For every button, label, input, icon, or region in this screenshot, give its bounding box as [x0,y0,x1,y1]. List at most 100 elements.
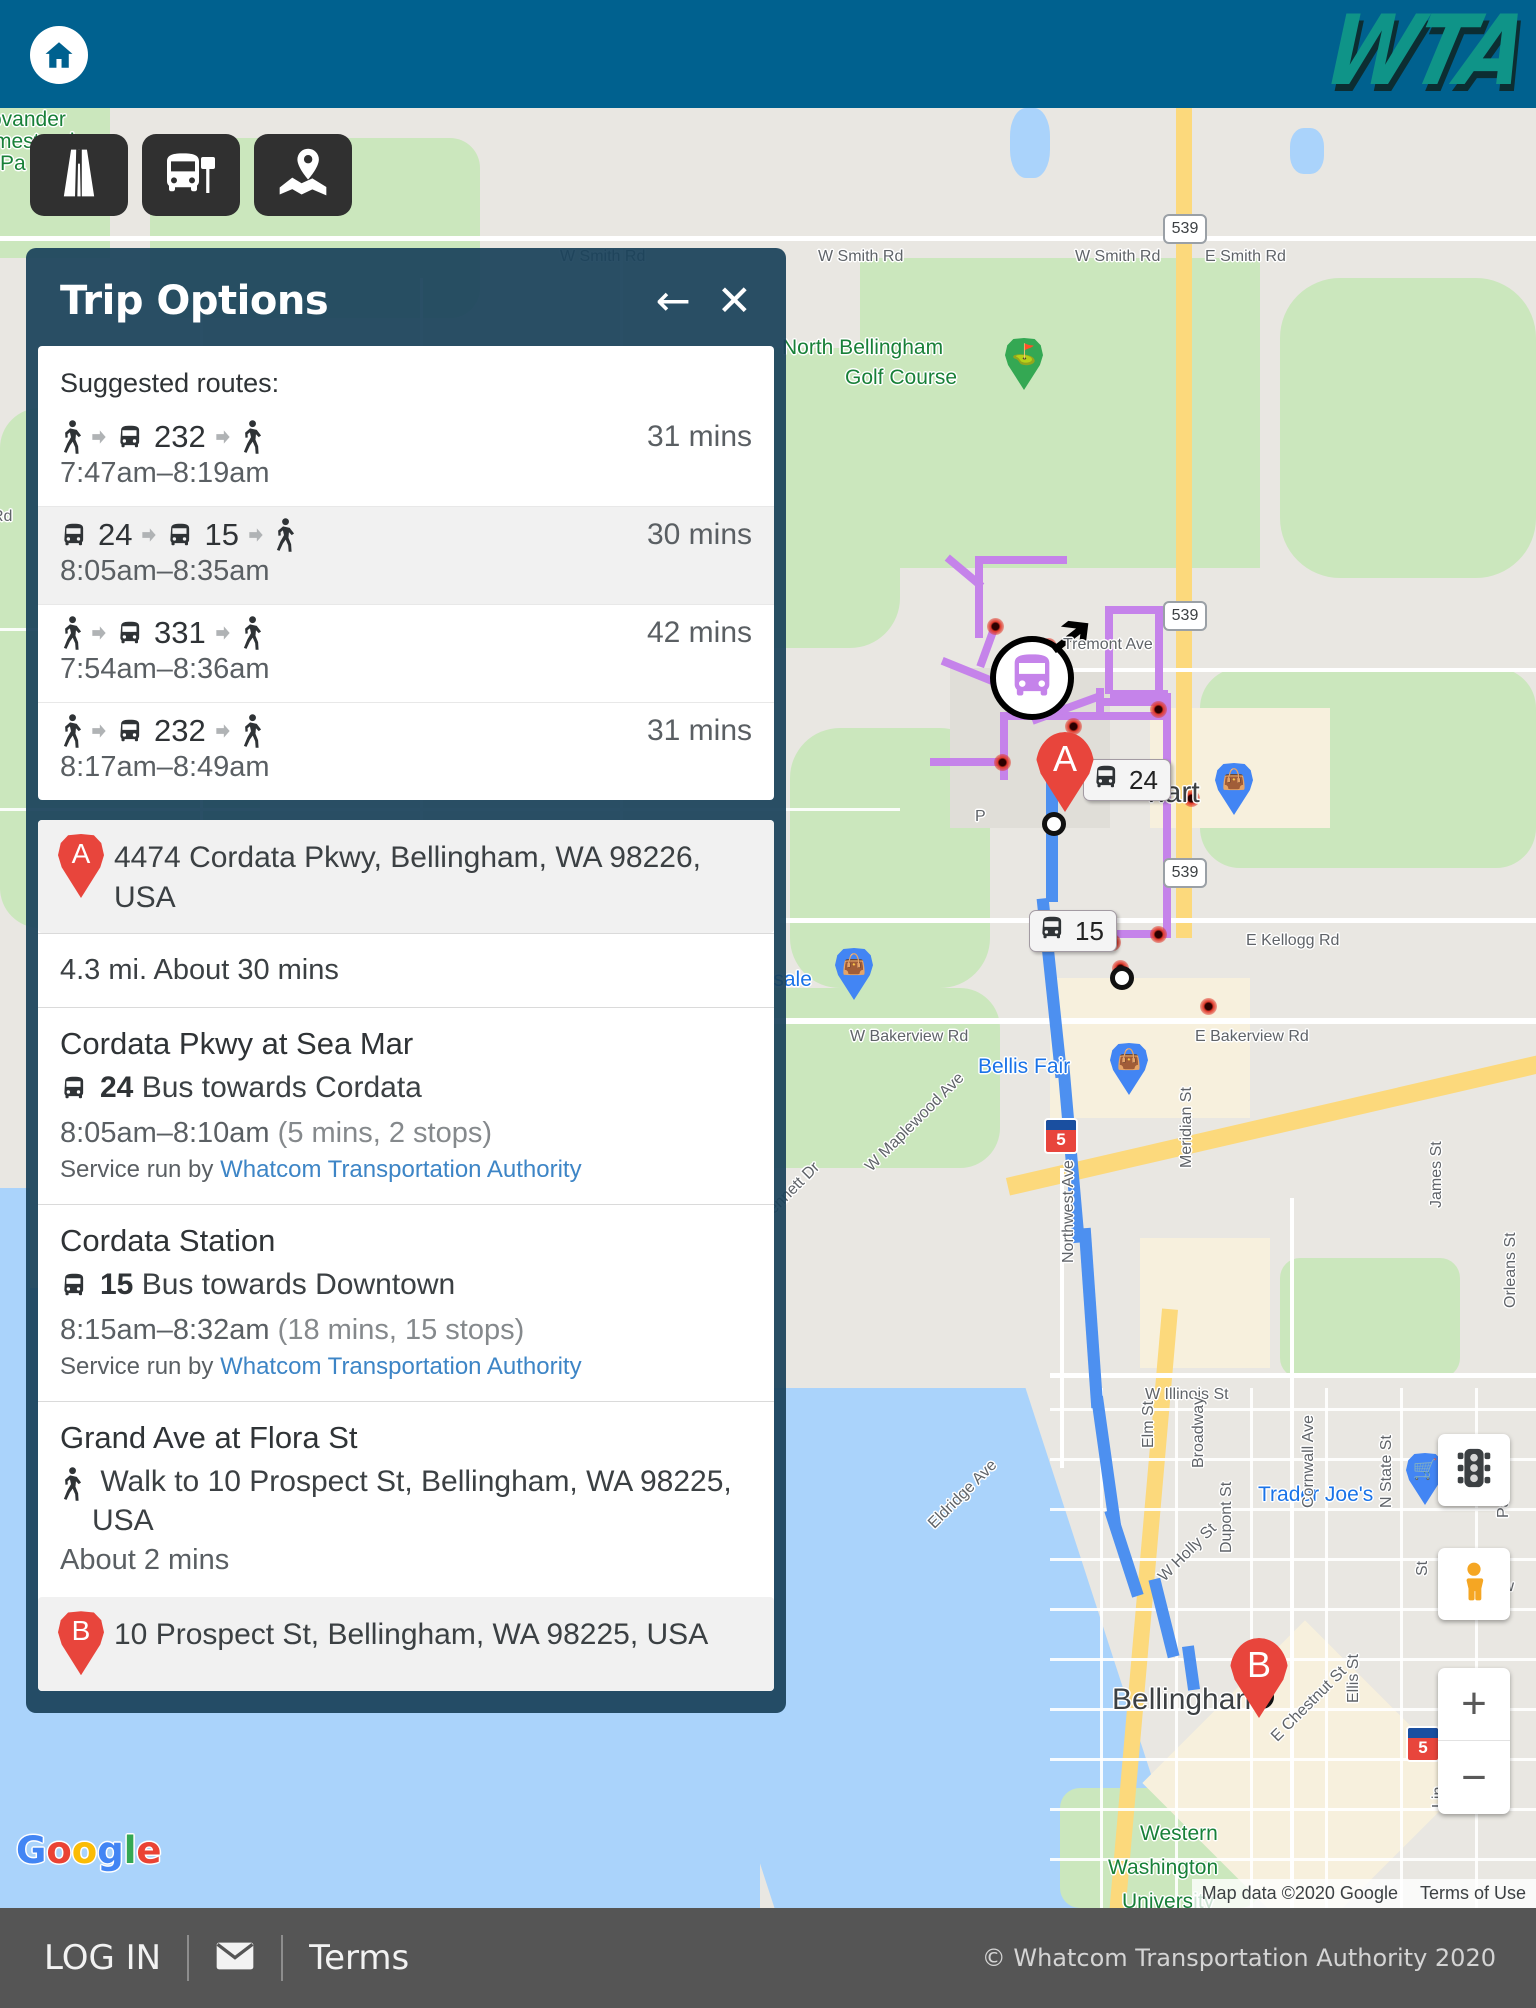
arrow-right-icon [89,721,109,741]
zoom-control: + − [1438,1668,1510,1814]
map-park [1280,278,1536,578]
suggested-routes-card: Suggested routes: 232 31 mins 7:47am–8:19a… [38,346,774,800]
step-headsign: Bus towards Cordata [141,1071,422,1105]
google-logo: Google [16,1829,162,1872]
origin-marker-icon: A [58,834,104,898]
origin-row[interactable]: A 4474 Cordata Pkwy, Bellingham, WA 9822… [38,820,774,934]
map-road-kellogg [780,918,1536,923]
route-number: 15 [204,517,239,552]
panel-header: Trip Options ← ✕ [38,262,774,346]
route-line-purple [1163,698,1171,938]
route-line-purple [1155,606,1163,698]
origin-address: 4474 Cordata Pkwy, Bellingham, WA 98226,… [114,841,701,914]
home-button[interactable] [30,26,88,84]
map-data-credit: Map data ©2020 Google [1201,1883,1398,1903]
app-root: WTA ➔ ⛳ 👜 👜 👜 🛒 5 5 vander Pa W Smith Rd… [0,0,1536,2008]
wta-logo-text: WTA [1313,0,1536,108]
transit-stop-dot [1200,998,1217,1015]
itinerary-card: A 4474 Cordata Pkwy, Bellingham, WA 9822… [38,820,774,1692]
step-stop-name: Cordata Pkwy at Sea Mar [60,1026,414,1062]
route-duration: 42 mins [646,616,752,649]
terms-link[interactable]: Terms [309,1938,409,1978]
map-route-badge[interactable]: 24 [1083,759,1171,801]
zoom-out-button[interactable]: − [1438,1741,1510,1814]
map-road-james [1290,1198,1294,1908]
street-view-pegman-icon [1452,1560,1496,1609]
login-link[interactable]: LOG IN [44,1938,161,1978]
route-line-blue [1078,1227,1104,1409]
route-line-purple [975,556,1067,564]
agency-link[interactable]: Whatcom Transportation Authority [220,1156,582,1183]
suggested-route-option[interactable]: 232 31 mins 8:17am–8:49am [38,702,774,800]
bus-icon [116,618,146,648]
shopping-bag-icon: 👜 [841,954,867,976]
pin-letter: B [1246,1644,1271,1685]
highway-shield: 539 [1163,601,1207,631]
itinerary-step[interactable]: Grand Ave at Flora St Walk to 10 Prospec… [38,1401,774,1597]
poi-pin-shopping[interactable]: 👜 [1215,763,1253,815]
map-tool-busstop-button[interactable] [142,134,240,216]
map-label: Dupont St [1218,1481,1235,1553]
map-street [1050,1658,1536,1661]
map-pin-b[interactable]: B [1230,1638,1288,1718]
walk-icon [240,714,262,748]
map-park [1280,1258,1460,1378]
contact-button[interactable] [215,1941,255,1976]
map-label: E Kellogg Rd [1246,932,1340,949]
highway-shield: 539 [1163,858,1207,888]
close-button[interactable]: ✕ [717,280,752,322]
route-number: 331 [154,615,206,650]
pin-letter: A [1052,738,1077,779]
suggested-route-option[interactable]: 232 31 mins 7:47am–8:19am [38,409,774,506]
map-pin-a[interactable]: A [1036,732,1094,812]
trip-options-panel: Trip Options ← ✕ Suggested routes: 232 31… [26,248,786,1714]
map-route-badge[interactable]: 15 [1029,910,1117,952]
bus-icon [60,520,90,550]
envelope-icon [215,1941,255,1976]
itinerary-step[interactable]: Cordata Pkwy at Sea Mar 24 Bus towards Co… [38,1007,774,1204]
step-service-note: Service run by Whatcom Transportation Au… [60,1156,582,1184]
walk-icon [60,420,82,454]
map-marker-icon [275,145,331,206]
destination-row[interactable]: B 10 Prospect St, Bellingham, WA 98225, … [38,1597,774,1692]
arrow-right-icon [213,721,233,741]
bus-icon [1038,913,1068,950]
suggested-route-option[interactable]: 24 15 30 mins 8:05am–8:35am [38,506,774,604]
step-stop-name: Grand Ave at Flora St [60,1420,358,1456]
walk-icon [60,1462,82,1511]
map-road-bakerview [700,1018,1536,1024]
golf-icon: ⛳ [1011,344,1037,366]
step-mode-line: 15 Bus towards Downtown [60,1265,752,1310]
terms-of-use-link[interactable]: Terms of Use [1420,1883,1526,1904]
poi-pin-shopping[interactable]: 👜 [835,948,873,1000]
agency-link[interactable]: Whatcom Transportation Authority [220,1353,582,1380]
route-number: 232 [154,419,206,454]
map-street [1325,1388,1328,1908]
itinerary-step[interactable]: Cordata Station 15 Bus towards Downtown 8:… [38,1204,774,1401]
traffic-toggle-button[interactable] [1438,1434,1510,1506]
bus-stop-icon [163,145,219,206]
bus-icon [1092,762,1122,799]
street-view-button[interactable] [1438,1548,1510,1620]
map-tool-road-button[interactable] [30,134,128,216]
destination-address: 10 Prospect St, Bellingham, WA 98225, US… [114,1618,709,1652]
arrow-right-icon [213,623,233,643]
step-detail: (18 mins, 15 stops) [277,1314,525,1347]
wta-logo[interactable]: WTA [1222,0,1536,107]
route-legs: 232 [60,713,647,749]
copyright: © Whatcom Transportation Authority 2020 [981,1944,1496,1972]
zoom-in-button[interactable]: + [1438,1668,1510,1741]
bus-icon [166,520,196,550]
poi-pin-mall[interactable]: 👜 [1110,1043,1148,1095]
back-button[interactable]: ← [656,280,691,322]
divider [187,1935,190,1981]
transit-stop-dot [987,618,1004,635]
map-tool-marker-button[interactable] [254,134,352,216]
map-label: W Holly St [1155,1520,1220,1586]
arrow-right-icon [89,623,109,643]
footer-links: LOG IN Terms [0,1935,409,1981]
poi-pin-golf[interactable]: ⛳ [1005,338,1043,390]
route-number: 24 [1129,764,1158,795]
suggested-route-option[interactable]: 331 42 mins 7:54am–8:36am [38,604,774,702]
suggested-routes-list: 232 31 mins 7:47am–8:19am 24 15 30 mins 8:05am… [38,409,774,800]
